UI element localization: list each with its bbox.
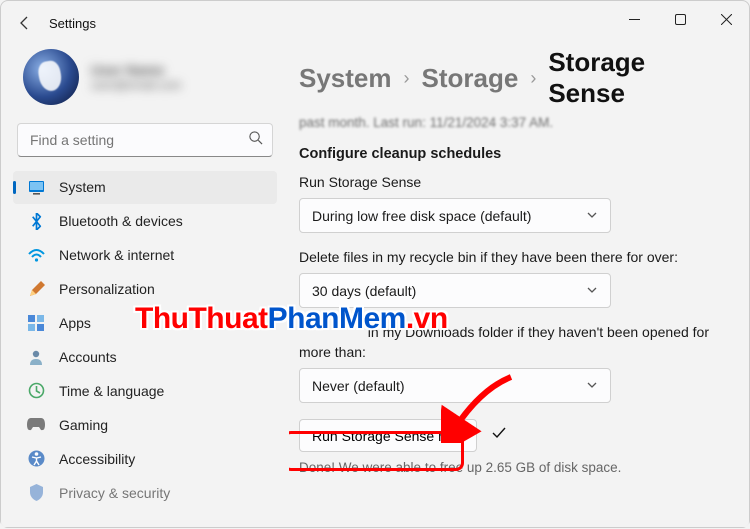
nav-label: Apps: [59, 315, 91, 331]
close-button[interactable]: [703, 1, 749, 37]
nav-label: Bluetooth & devices: [59, 213, 183, 229]
recycle-dropdown[interactable]: 30 days (default): [299, 273, 611, 308]
search-icon: [248, 130, 263, 150]
search-input[interactable]: [17, 123, 273, 157]
avatar: [23, 49, 79, 105]
recycle-label: Delete files in my recycle bin if they h…: [299, 249, 715, 265]
user-profile[interactable]: User Name user@email.com: [13, 45, 277, 117]
accounts-icon: [27, 348, 45, 366]
status-text: Done! We were able to free up 2.65 GB of…: [299, 460, 715, 475]
nav-label: Accounts: [59, 349, 117, 365]
crumb-system[interactable]: System: [299, 63, 392, 94]
network-icon: [27, 246, 45, 264]
nav-list: System Bluetooth & devices Network & int…: [13, 171, 277, 529]
nav-label: Gaming: [59, 417, 108, 433]
title-bar: Settings: [1, 1, 749, 45]
nav-time-language[interactable]: Time & language: [13, 374, 277, 407]
main-content: System › Storage › Storage Sense past mo…: [289, 45, 749, 529]
fade-overlay: [1, 499, 749, 527]
nav-network[interactable]: Network & internet: [13, 239, 277, 272]
maximize-button[interactable]: [657, 1, 703, 37]
run-schedule-dropdown[interactable]: During low free disk space (default): [299, 198, 611, 233]
dropdown-value: 30 days (default): [312, 283, 416, 299]
downloads-label: in my Downloads folder if they haven't b…: [299, 324, 715, 340]
search-box[interactable]: [17, 123, 273, 157]
nav-label: Network & internet: [59, 247, 174, 263]
nav-accessibility[interactable]: Accessibility: [13, 442, 277, 475]
system-icon: [27, 178, 45, 196]
nav-personalization[interactable]: Personalization: [13, 273, 277, 306]
nav-label: Personalization: [59, 281, 155, 297]
user-name: User Name: [91, 62, 181, 78]
breadcrumb: System › Storage › Storage Sense: [299, 47, 715, 109]
user-email: user@email.com: [91, 78, 181, 92]
scroll-cutoff-text: past month. Last run: 11/21/2024 3:37 AM…: [299, 115, 715, 130]
bluetooth-icon: [27, 212, 45, 230]
nav-gaming[interactable]: Gaming: [13, 408, 277, 441]
chevron-down-icon: [586, 208, 598, 224]
apps-icon: [27, 314, 45, 332]
sidebar: User Name user@email.com System Bluetoot…: [1, 45, 289, 529]
window-title: Settings: [49, 16, 96, 31]
nav-label: Time & language: [59, 383, 164, 399]
dropdown-value: Never (default): [312, 378, 405, 394]
dropdown-value: During low free disk space (default): [312, 208, 531, 224]
downloads-label-2: more than:: [299, 344, 715, 360]
chevron-down-icon: [586, 283, 598, 299]
nav-system[interactable]: System: [13, 171, 277, 204]
nav-bluetooth[interactable]: Bluetooth & devices: [13, 205, 277, 238]
nav-label: Accessibility: [59, 451, 135, 467]
time-icon: [27, 382, 45, 400]
downloads-dropdown[interactable]: Never (default): [299, 368, 611, 403]
accessibility-icon: [27, 450, 45, 468]
crumb-storage[interactable]: Storage: [422, 63, 519, 94]
gaming-icon: [27, 416, 45, 434]
nav-label: System: [59, 179, 106, 195]
section-heading: Configure cleanup schedules: [299, 146, 715, 162]
minimize-button[interactable]: [611, 1, 657, 37]
run-schedule-label: Run Storage Sense: [299, 174, 715, 190]
nav-apps[interactable]: Apps: [13, 307, 277, 340]
chevron-right-icon: ›: [530, 68, 536, 89]
check-icon: [491, 425, 507, 446]
personalization-icon: [27, 280, 45, 298]
nav-accounts[interactable]: Accounts: [13, 341, 277, 374]
run-storage-sense-now-button[interactable]: Run Storage Sense now: [299, 419, 477, 452]
crumb-current: Storage Sense: [548, 47, 715, 109]
chevron-down-icon: [586, 378, 598, 394]
back-button[interactable]: [15, 13, 35, 33]
chevron-right-icon: ›: [404, 68, 410, 89]
